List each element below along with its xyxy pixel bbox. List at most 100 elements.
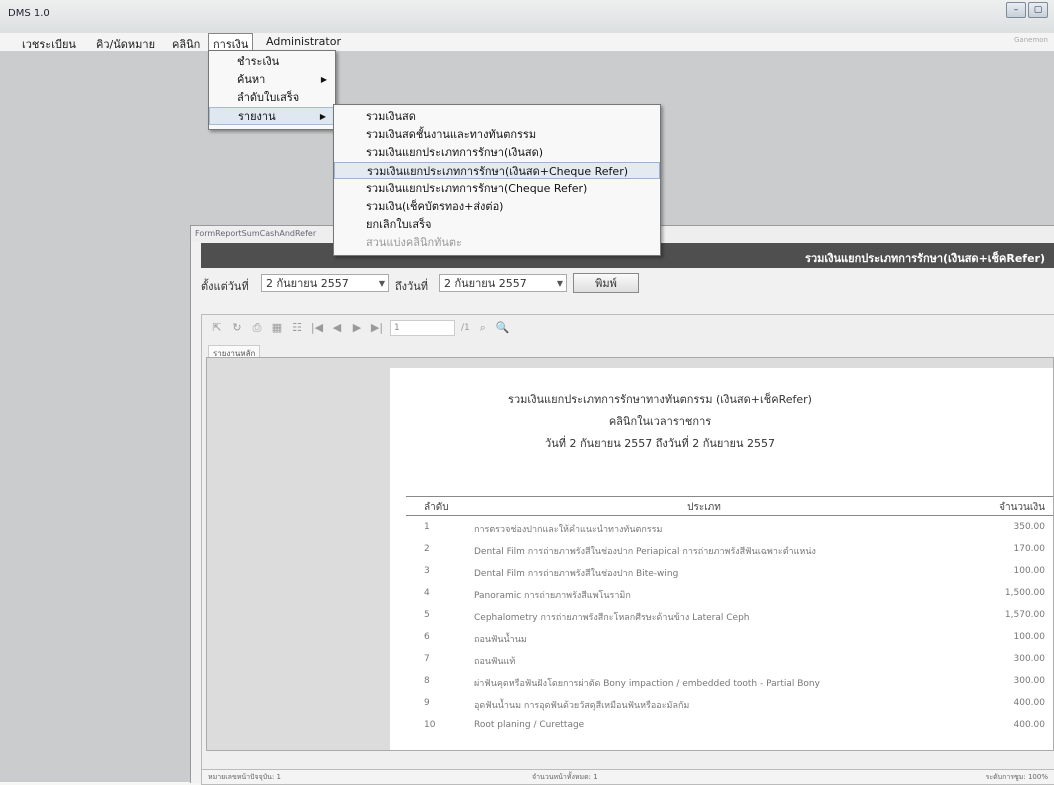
menu-item-receipt-order[interactable]: ลำดับใบเสร็จ <box>209 89 335 107</box>
table-row: 3 Dental Film การถ่ายภาพรังสีในช่องปาก B… <box>406 566 1053 586</box>
table-header: ลำดับ ประเภท จำนวนเงิน <box>406 496 1053 516</box>
row-no: 2 <box>424 544 430 554</box>
submenu-item-dental-clinic-share: สวนแบ่งคลินิกทันตะ <box>366 236 462 249</box>
page-total: /1 <box>461 323 470 333</box>
window-titlebar: DMS 1.0 – ▢ <box>0 0 1054 35</box>
minimize-button[interactable]: – <box>1006 2 1026 18</box>
row-type: Root planing / Curettage <box>474 720 585 730</box>
chevron-down-icon[interactable]: ▼ <box>379 275 385 293</box>
submenu-item-cancel-receipt[interactable]: ยกเลิกใบเสร็จ <box>334 216 660 233</box>
row-no: 1 <box>424 522 430 532</box>
submenu-item-cash-total[interactable]: รวมเงินสด <box>334 108 660 125</box>
row-amount: 400.00 <box>1013 698 1046 708</box>
row-type: Dental Film การถ่ายภาพรังสีในช่องปาก Per… <box>474 547 816 557</box>
from-date-picker[interactable]: 2 กันยายน 2557 ▼ <box>261 274 389 292</box>
row-no: 6 <box>424 632 430 642</box>
row-type: Cephalometry การถ่ายภาพรังสีกะโหลกศีรษะด… <box>474 613 750 623</box>
chevron-down-icon[interactable]: ▼ <box>557 275 563 293</box>
finance-dropdown-menu: ชำระเงิน ค้นหา ▶ ลำดับใบเสร็จ รายงาน ▶ <box>208 50 336 130</box>
current-user-label: Ganemon <box>1014 36 1048 44</box>
zoom-icon[interactable]: 🔍 <box>496 321 510 335</box>
table-row: 6 ถอนฟันน้ำนม 100.00 <box>406 632 1053 652</box>
report-title: รวมเงินแยกประเภทการรักษาทางทันตกรรม (เงิ… <box>508 393 812 406</box>
row-no: 4 <box>424 588 430 598</box>
report-header-title: รวมเงินแยกประเภทการรักษา(เงินสด+เช็คRefe… <box>805 252 1045 265</box>
report-form-window: FormReportSumCashAndRefer รวมเงินแยกประเ… <box>190 225 1054 785</box>
report-date-range: วันที่ 2 กันยายน 2557 ถึงวันที่ 2 กันยาย… <box>545 437 775 450</box>
chevron-right-icon: ▶ <box>320 75 327 84</box>
next-page-icon[interactable]: ▶ <box>350 321 364 335</box>
from-month: กันยายน <box>276 277 318 290</box>
menu-item-search[interactable]: ค้นหา ▶ <box>209 71 335 89</box>
from-year: 2557 <box>320 277 349 290</box>
row-type: อุดฟันน้ำนม การอุดฟันด้วยวัสดุสีเหมือนฟั… <box>474 701 690 711</box>
reports-submenu: รวมเงินสด รวมเงินสดชั้นงานและทางทันตกรรม… <box>333 104 661 256</box>
submenu-item-gold-card-referral[interactable]: รวมเงิน(เช็คบัตรทอง+ส่งต่อ) <box>334 198 660 215</box>
row-type: ถอนฟันน้ำนม <box>474 635 527 645</box>
search-icon[interactable]: ⌕ <box>476 321 490 335</box>
row-no: 3 <box>424 566 430 576</box>
table-row: 4 Panoramic การถ่ายภาพรังสีแพโนรามิก 1,5… <box>406 588 1053 608</box>
row-type: Dental Film การถ่ายภาพรังสีในช่องปาก Bit… <box>474 569 679 579</box>
submenu-item-cash-dental-work[interactable]: รวมเงินสดชั้นงานและทางทันตกรรม <box>334 126 660 143</box>
to-date-label: ถึงวันที่ <box>395 280 428 293</box>
row-type: Panoramic การถ่ายภาพรังสีแพโนรามิก <box>474 591 631 601</box>
maximize-button[interactable]: ▢ <box>1028 2 1048 18</box>
previous-page-icon[interactable]: ◀ <box>330 321 344 335</box>
print-icon[interactable]: ⎙ <box>250 321 264 335</box>
row-type: ผ่าฟันคุดหรือฟันฝังโดยการผ่าตัด Bony imp… <box>474 679 820 689</box>
refresh-icon[interactable]: ↻ <box>230 321 244 335</box>
column-header-amount: จำนวนเงิน <box>999 502 1045 513</box>
row-type: ถอนฟันแท้ <box>474 657 516 667</box>
page-number-input[interactable]: 1 <box>390 320 455 336</box>
menu-administrator[interactable]: Administrator <box>262 35 345 48</box>
table-row: 5 Cephalometry การถ่ายภาพรังสีกะโหลกศีรษ… <box>406 610 1053 630</box>
to-date-picker[interactable]: 2 กันยายน 2557 ▼ <box>439 274 567 292</box>
column-header-no: ลำดับ <box>424 502 449 513</box>
chevron-right-icon: ▶ <box>319 112 326 121</box>
row-amount: 300.00 <box>1013 654 1046 664</box>
row-no: 8 <box>424 676 430 686</box>
app-title: DMS 1.0 <box>8 8 50 19</box>
submenu-item-by-treatment-cheque[interactable]: รวมเงินแยกประเภทการรักษา(Cheque Refer) <box>334 180 660 197</box>
to-day: 2 <box>444 277 451 290</box>
report-subtitle: คลินิกในเวลาราชการ <box>608 415 712 428</box>
from-day: 2 <box>266 277 273 290</box>
row-no: 10 <box>424 720 436 730</box>
page-setup-icon[interactable]: ▦ <box>270 321 284 335</box>
row-amount: 100.00 <box>1013 566 1046 576</box>
submenu-item-by-treatment-cash[interactable]: รวมเงินแยกประเภทการรักษา(เงินสด) <box>334 144 660 161</box>
table-row: 8 ผ่าฟันคุดหรือฟันฝังโดยการผ่าตัด Bony i… <box>406 676 1053 696</box>
export-icon[interactable]: ⇱ <box>210 321 224 335</box>
row-type: การตรวจช่องปากและให้คำแนะนำทางทันตกรรม <box>474 525 663 535</box>
table-row: 9 อุดฟันน้ำนม การอุดฟันด้วยวัสดุสีเหมือน… <box>406 698 1053 718</box>
menu-item-payment[interactable]: ชำระเงิน <box>209 53 335 71</box>
print-button[interactable]: พิมพ์ <box>573 273 639 293</box>
table-row: 10 Root planing / Curettage 400.00 <box>406 720 1053 740</box>
row-no: 9 <box>424 698 430 708</box>
row-amount: 1,500.00 <box>1004 588 1045 598</box>
row-amount: 400.00 <box>1013 720 1046 730</box>
row-amount: 170.00 <box>1013 544 1046 554</box>
report-viewer: ⇱ ↻ ⎙ ▦ ☷ |◀ ◀ ▶ ▶| 1 /1 ⌕ 🔍 รายงานหลัก … <box>201 314 1054 785</box>
to-month: กันยายน <box>454 277 496 290</box>
menu-item-reports[interactable]: รายงาน ▶ <box>209 107 335 125</box>
menu-item-label: ค้นหา <box>237 73 266 86</box>
last-page-icon[interactable]: ▶| <box>370 321 384 335</box>
from-date-label: ตั้งแต่วันที่ <box>201 280 249 293</box>
date-filter-row: ตั้งแต่วันที่ 2 กันยายน 2557 ▼ ถึงวันที่… <box>201 272 1054 296</box>
report-page: รวมเงินแยกประเภทการรักษาทางทันตกรรม (เงิ… <box>390 368 1053 750</box>
menu-item-label: ลำดับใบเสร็จ <box>237 91 300 104</box>
viewer-toolbar: ⇱ ↻ ⎙ ▦ ☷ |◀ ◀ ▶ ▶| 1 /1 ⌕ 🔍 <box>202 315 1054 341</box>
row-amount: 1,570.00 <box>1004 610 1045 620</box>
menu-item-label: รายงาน <box>238 110 276 123</box>
menubar: เวชระเบียน คิว/นัดหมาย คลินิก การเงิน Ad… <box>0 33 1054 54</box>
row-amount: 100.00 <box>1013 632 1046 642</box>
group-tree-icon[interactable]: ☷ <box>290 321 304 335</box>
submenu-item-by-treatment-cash-cheque[interactable]: รวมเงินแยกประเภทการรักษา(เงินสด+Cheque R… <box>334 162 660 179</box>
row-no: 7 <box>424 654 430 664</box>
row-no: 5 <box>424 610 430 620</box>
table-row: 2 Dental Film การถ่ายภาพรังสีในช่องปาก P… <box>406 544 1053 564</box>
row-amount: 300.00 <box>1013 676 1046 686</box>
first-page-icon[interactable]: |◀ <box>310 321 324 335</box>
